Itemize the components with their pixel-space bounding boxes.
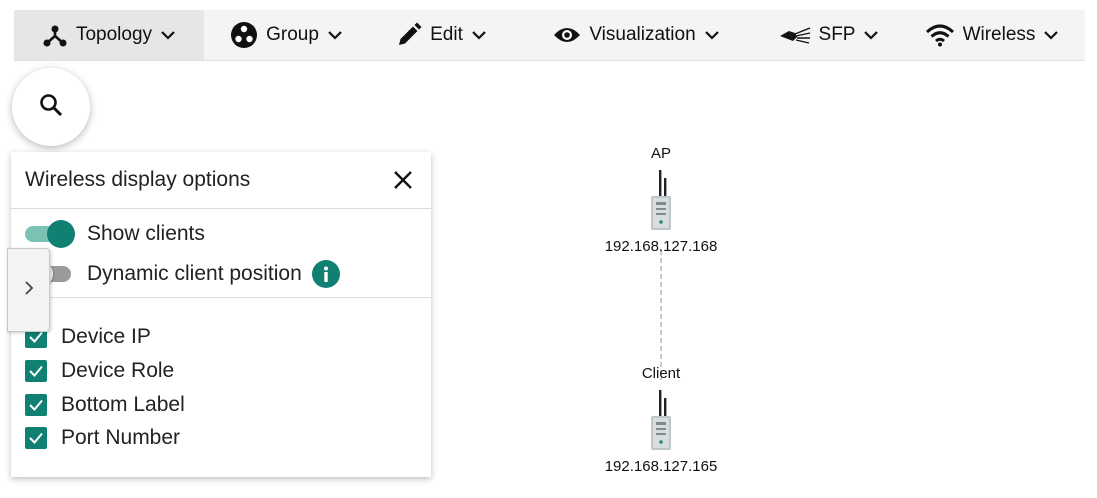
chevron-down-icon <box>471 29 487 41</box>
topology-menu-label: Topology <box>75 24 153 45</box>
chevron-down-icon <box>863 29 879 41</box>
ap-client-link <box>660 250 662 380</box>
bottom-label-checkbox[interactable]: Bottom Label <box>25 392 185 418</box>
topology-icon <box>42 22 68 48</box>
close-icon[interactable] <box>391 168 415 192</box>
client-role-label: Client <box>641 365 681 382</box>
dynamic-client-position-label: Dynamic client position <box>87 262 302 285</box>
pencil-icon <box>396 22 422 48</box>
wifi-icon <box>925 23 955 47</box>
chevron-right-icon <box>23 280 35 301</box>
client-ip-label: 192.168.127.165 <box>604 458 718 475</box>
sfp-menu[interactable]: SFP <box>759 10 899 60</box>
dynamic-client-position-row: Dynamic client position <box>25 259 340 289</box>
chevron-down-icon <box>704 29 720 41</box>
ap-device-icon[interactable] <box>648 168 674 239</box>
eye-icon <box>553 25 581 45</box>
device-role-label: Device Role <box>61 359 175 382</box>
group-menu[interactable]: Group <box>204 10 369 60</box>
show-clients-label: Show clients <box>87 222 205 245</box>
ap-ip-label: 192.168.127.168 <box>604 238 718 255</box>
device-role-checkbox[interactable]: Device Role <box>25 358 174 384</box>
port-number-label: Port Number <box>61 426 181 449</box>
checkbox-checked-icon <box>25 360 47 382</box>
visualization-menu-label: Visualization <box>589 24 696 45</box>
bottom-label-label: Bottom Label <box>61 393 185 416</box>
sfp-icon <box>779 25 811 45</box>
group-menu-label: Group <box>266 24 319 45</box>
ap-role-label: AP <box>650 145 672 162</box>
side-panel-expand-button[interactable] <box>7 248 50 332</box>
show-clients-row: Show clients <box>25 219 205 249</box>
toggle-section: Show clients Dynamic client position <box>11 209 431 298</box>
visualization-menu[interactable]: Visualization <box>514 10 759 60</box>
port-number-checkbox[interactable]: Port Number <box>25 425 180 451</box>
client-device-icon[interactable] <box>648 388 674 459</box>
edit-menu-label: Edit <box>430 24 463 45</box>
search-button[interactable] <box>12 68 90 146</box>
checkbox-checked-icon <box>25 427 47 449</box>
info-icon[interactable] <box>311 260 340 288</box>
wireless-menu[interactable]: Wireless <box>899 10 1085 60</box>
wireless-display-options-panel: Wireless display options Show clients Dy… <box>11 152 431 477</box>
checkbox-checked-icon <box>25 394 47 416</box>
panel-title: Wireless display options <box>25 168 251 191</box>
chevron-down-icon <box>160 29 176 41</box>
device-ip-label: Device IP <box>61 325 151 348</box>
topology-toolbar: Topology Group Edit Visualization SFP Wi <box>14 10 1085 61</box>
edit-menu[interactable]: Edit <box>369 10 514 60</box>
chevron-down-icon <box>1043 29 1059 41</box>
wireless-menu-label: Wireless <box>962 24 1036 45</box>
show-clients-toggle[interactable] <box>25 219 75 249</box>
group-icon <box>230 21 258 49</box>
search-icon <box>38 92 64 123</box>
panel-header: Wireless display options <box>11 152 431 209</box>
chevron-down-icon <box>327 29 343 41</box>
topology-menu[interactable]: Topology <box>14 10 204 60</box>
sfp-menu-label: SFP <box>818 24 856 45</box>
